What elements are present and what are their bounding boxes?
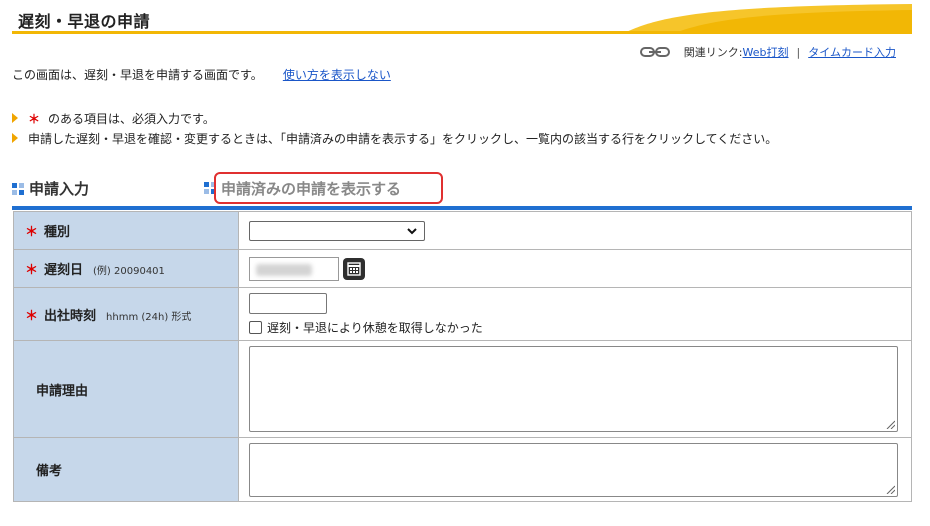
note-howto-text: 申請した遅刻・早退を確認・変更するときは、「申請済みの申請を表示する」をクリック… <box>28 131 778 146</box>
no-break-checkbox[interactable] <box>249 320 262 334</box>
page-title: 遅刻・早退の申請 <box>18 12 151 31</box>
notes: ＊ のある項目は、必須入力です。 申請した遅刻・早退を確認・変更するときは、「申… <box>12 108 777 148</box>
calendar-button[interactable] <box>343 257 365 280</box>
link-separator: | <box>796 45 801 59</box>
date-hint: (例) 20090401 <box>93 266 165 277</box>
chain-link-icon <box>639 47 670 57</box>
blurred-date-value <box>256 263 312 276</box>
type-label-cell: ＊ 種別 <box>13 211 239 250</box>
reason-label: 申請理由 <box>36 383 89 399</box>
related-links: 関連リンク: Web打刻 | タイムカード入力 <box>639 44 896 60</box>
reason-label-cell: 申請理由 <box>13 340 239 438</box>
hide-help-link[interactable]: 使い方を表示しない <box>283 66 391 83</box>
tab-application-input[interactable]: 申請入力 <box>12 178 89 199</box>
tab-divider <box>12 206 912 210</box>
bullet-arrow-icon <box>12 133 18 143</box>
resize-grip-icon[interactable] <box>885 484 895 494</box>
bullet-arrow-icon <box>12 113 18 123</box>
calendar-icon <box>347 261 361 276</box>
required-mark: ＊ <box>25 308 39 324</box>
form-row-remarks: 備考 <box>13 437 912 502</box>
arrival-time-input[interactable] <box>249 292 327 314</box>
timecard-input-link[interactable]: タイムカード入力 <box>808 44 896 60</box>
note-howto: 申請した遅刻・早退を確認・変更するときは、「申請済みの申請を表示する」をクリック… <box>12 128 777 148</box>
date-label-cell: ＊ 遅刻日 (例) 20090401 <box>13 249 239 288</box>
time-label: 出社時刻 <box>44 308 97 324</box>
application-form: ＊ 種別 ＊ 遅刻日 (例) 20090401 ＊ 出社時刻 hhmm (24h) 形式 <box>13 211 912 502</box>
required-mark: ＊ <box>25 225 39 240</box>
title-swoosh-decoration <box>622 4 912 34</box>
form-row-type: ＊ 種別 <box>13 211 912 250</box>
tab-show-submitted[interactable]: 申請済みの申請を表示する <box>204 172 443 204</box>
time-label-cell: ＊ 出社時刻 hhmm (24h) 形式 <box>13 287 239 341</box>
remarks-label-cell: 備考 <box>13 437 239 502</box>
form-row-reason: 申請理由 <box>13 340 912 438</box>
chevron-down-icon <box>407 227 417 234</box>
remarks-value-cell <box>238 437 912 502</box>
web-punch-link[interactable]: Web打刻 <box>743 44 789 60</box>
tab-show-submitted-label: 申請済みの申請を表示する <box>221 179 402 198</box>
note-required-text: のある項目は、必須入力です。 <box>48 111 215 126</box>
form-row-date: ＊ 遅刻日 (例) 20090401 <box>13 249 912 288</box>
date-value-cell <box>238 249 912 288</box>
related-label: 関連リンク: <box>683 46 743 59</box>
time-value-cell: 遅刻・早退により休憩を取得しなかった <box>238 287 912 341</box>
reason-textarea[interactable] <box>249 346 898 432</box>
grid-icon <box>12 182 24 195</box>
intro-text: この画面は、遅刻・早退を申請する画面です。 <box>12 68 263 82</box>
date-input[interactable] <box>249 256 339 281</box>
form-row-time: ＊ 出社時刻 hhmm (24h) 形式 遅刻・早退により休憩を取得しなかった <box>13 287 912 341</box>
date-label: 遅刻日 <box>44 263 84 278</box>
time-hint: hhmm (24h) 形式 <box>106 311 192 323</box>
remarks-label: 備考 <box>36 464 63 479</box>
no-break-checkbox-row: 遅刻・早退により休憩を取得しなかった <box>249 319 911 336</box>
title-banner: 遅刻・早退の申請 <box>12 4 912 34</box>
resize-grip-icon[interactable] <box>885 419 895 429</box>
intro: この画面は、遅刻・早退を申請する画面です。 使い方を表示しない <box>12 66 391 83</box>
tab-application-input-label: 申請入力 <box>29 180 90 198</box>
no-break-checkbox-label: 遅刻・早退により休憩を取得しなかった <box>267 320 483 335</box>
reason-value-cell <box>238 340 912 438</box>
type-select[interactable] <box>249 220 425 241</box>
type-value-cell <box>238 211 912 250</box>
remarks-textarea[interactable] <box>249 442 898 497</box>
note-required: ＊ のある項目は、必須入力です。 <box>12 108 777 128</box>
type-label: 種別 <box>44 225 71 240</box>
required-mark: ＊ <box>28 111 41 126</box>
required-mark: ＊ <box>25 263 39 278</box>
